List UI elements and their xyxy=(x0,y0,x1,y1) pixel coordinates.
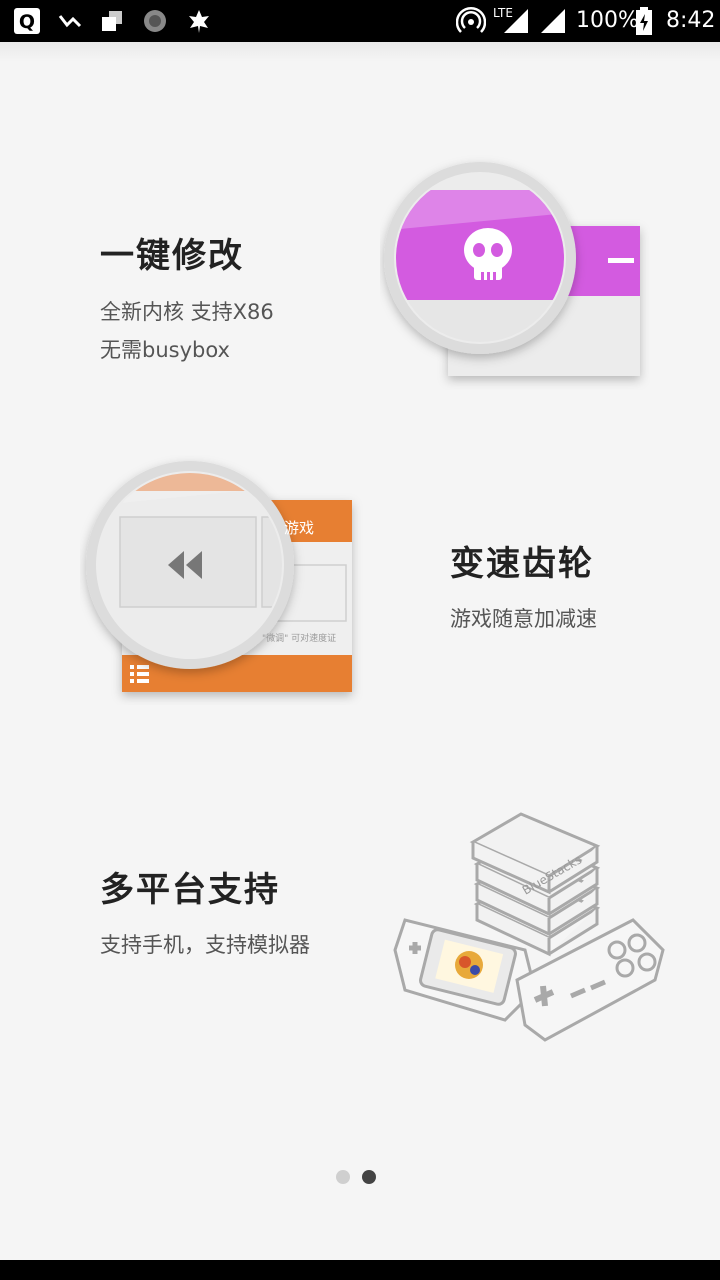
feature-desc-line: 支持手机，支持模拟器 xyxy=(100,933,310,957)
feature-desc-line: 全新内核 支持X86 xyxy=(100,300,274,324)
page-indicator xyxy=(336,1170,376,1186)
signal-icon xyxy=(500,0,532,42)
missed-call-icon xyxy=(56,0,84,42)
page-dot-1[interactable] xyxy=(336,1170,350,1184)
feature-title-speed-gear: 变速齿轮 xyxy=(450,544,594,584)
status-bar: Q LTE 100% 8:42 xyxy=(0,0,720,42)
list-icon xyxy=(130,665,149,683)
feature-desc-line: 游戏随意加减速 xyxy=(450,607,597,631)
toolbar-shadow xyxy=(0,42,720,62)
battery-charging-icon xyxy=(634,0,654,42)
square-app-icon xyxy=(98,0,126,42)
feature-title-multi-platform: 多平台支持 xyxy=(100,870,280,910)
q-app-icon: Q xyxy=(12,0,42,42)
panel-caption: "微调" 可对速度证 xyxy=(262,634,337,644)
leaf-app-icon xyxy=(184,0,214,42)
battery-percent: 100% xyxy=(576,8,639,33)
panel-label: 游戏 xyxy=(284,519,315,537)
illustration-platforms: BlueStacks xyxy=(385,800,680,1060)
svg-text:Q: Q xyxy=(19,11,35,33)
feature-desc-line: 无需busybox xyxy=(100,338,230,362)
circle-app-icon xyxy=(140,0,170,42)
feature-title-one-key: 一键修改 xyxy=(100,236,244,276)
navigation-bar xyxy=(0,1260,720,1280)
hotspot-icon xyxy=(454,0,488,42)
clock: 8:42 xyxy=(666,8,716,33)
illustration-modify xyxy=(380,150,650,390)
signal-icon xyxy=(538,0,568,42)
page-dot-2[interactable] xyxy=(362,1170,376,1184)
illustration-speed: 游戏 "微调" 可对速度证 xyxy=(80,455,370,705)
